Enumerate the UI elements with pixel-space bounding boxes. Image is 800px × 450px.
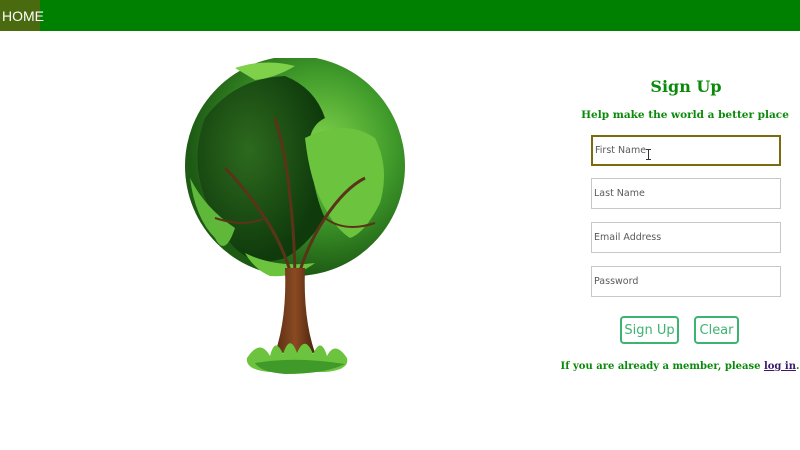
form-subtitle: Help make the world a better place: [581, 109, 789, 121]
member-login-prompt: If you are already a member, please log …: [560, 361, 800, 372]
password-field[interactable]: [591, 266, 781, 297]
clear-button[interactable]: Clear: [694, 316, 739, 344]
login-link[interactable]: log in: [764, 361, 796, 372]
earth-tree-icon: [185, 56, 405, 374]
form-title: Sign Up: [650, 77, 722, 96]
member-prompt-suffix: .: [795, 361, 800, 372]
sign-up-button[interactable]: Sign Up: [620, 316, 679, 344]
text-cursor-icon: [646, 149, 651, 160]
last-name-field[interactable]: [591, 178, 781, 209]
earth-tree-illustration: [175, 56, 425, 378]
home-link[interactable]: HOME: [0, 0, 44, 31]
first-name-field[interactable]: [591, 135, 781, 166]
top-nav-bar: HOME: [0, 0, 800, 31]
member-prompt-text: If you are already a member, please: [560, 361, 764, 372]
email-field[interactable]: [591, 222, 781, 253]
